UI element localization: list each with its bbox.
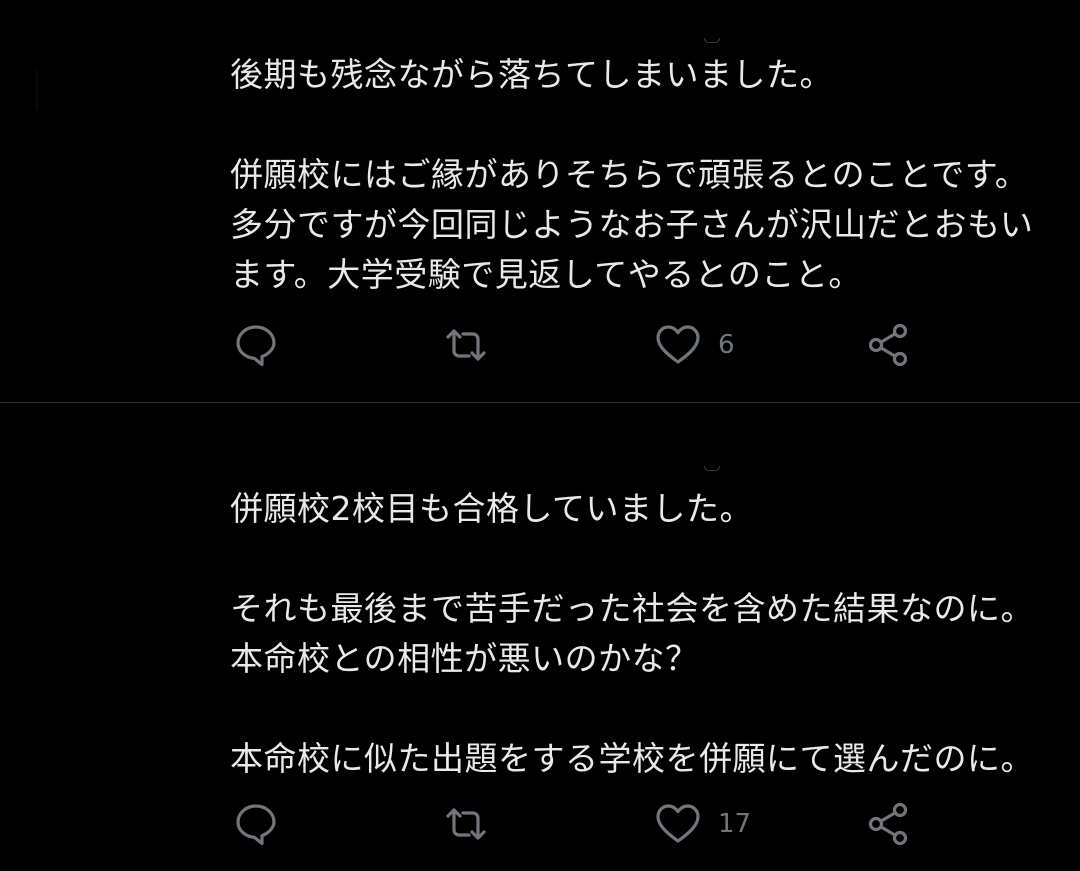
tweet-line: 併願校にはご縁がありそちらで頑張るとのことです。 bbox=[230, 155, 1029, 194]
like-count: 17 bbox=[718, 809, 752, 839]
retweet-button[interactable] bbox=[442, 799, 490, 849]
share-icon bbox=[864, 800, 912, 848]
like-button[interactable]: 17 bbox=[654, 799, 751, 849]
reply-button[interactable] bbox=[232, 320, 280, 370]
cropped-glyph bbox=[704, 38, 720, 43]
tweet-line: 多分ですが今回同じようなお子さんが沢山だとおもい bbox=[230, 205, 1034, 244]
tweet-text: 後期も残念ながら落ちてしまいました。 併願校にはご縁がありそちらで頑張るとのこと… bbox=[230, 50, 1060, 300]
tweet[interactable]: 後期も残念ながら落ちてしまいました。 併願校にはご縁がありそちらで頑張るとのこと… bbox=[0, 0, 1080, 403]
tweet-divider bbox=[0, 402, 1080, 403]
reply-button[interactable] bbox=[232, 799, 280, 849]
reply-icon bbox=[232, 321, 280, 369]
tweet-line: 本命校との相性が悪いのかな？ bbox=[230, 639, 699, 678]
share-button[interactable] bbox=[864, 799, 912, 849]
tweet-line: 本命校に似た出題をする学校を併願にて選んだのに。 bbox=[230, 739, 1034, 778]
cropped-glyph bbox=[704, 466, 720, 471]
like-count: 6 bbox=[718, 330, 735, 360]
retweet-icon bbox=[442, 800, 490, 848]
avatar-edge bbox=[36, 70, 38, 110]
tweet[interactable]: 併願校2校目も合格していました。 それも最後まで苦手だった社会を含めた結果なのに… bbox=[0, 404, 1080, 871]
tweet-line: 後期も残念ながら落ちてしまいました。 bbox=[230, 55, 833, 94]
tweet-line: それも最後まで苦手だった社会を含めた結果なのに。 bbox=[230, 589, 1034, 628]
heart-icon bbox=[654, 321, 702, 369]
heart-icon bbox=[654, 800, 702, 848]
tweet-line: ます。大学受験で見返してやるとのこと。 bbox=[230, 255, 862, 294]
tweet-actions: 6 bbox=[232, 320, 932, 370]
tweet-actions: 17 bbox=[232, 799, 932, 849]
retweet-icon bbox=[442, 321, 490, 369]
like-button[interactable]: 6 bbox=[654, 320, 735, 370]
tweet-line: 併願校2校目も合格していました。 bbox=[230, 489, 754, 528]
reply-icon bbox=[232, 800, 280, 848]
share-button[interactable] bbox=[864, 320, 912, 370]
tweet-text: 併願校2校目も合格していました。 それも最後まで苦手だった社会を含めた結果なのに… bbox=[230, 484, 1060, 784]
retweet-button[interactable] bbox=[442, 320, 490, 370]
share-icon bbox=[864, 321, 912, 369]
